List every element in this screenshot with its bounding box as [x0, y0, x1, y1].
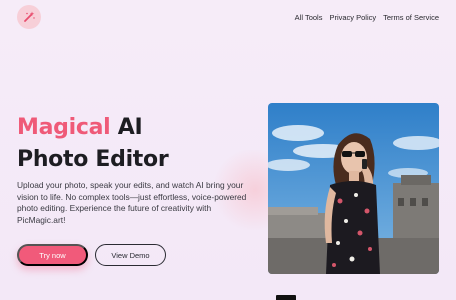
hero-photo	[268, 103, 439, 274]
view-demo-button[interactable]: View Demo	[95, 244, 166, 266]
hero-title-rest: AI	[110, 115, 143, 140]
magic-wand-icon	[24, 11, 35, 22]
bottom-cutoff-element	[276, 295, 296, 300]
nav-all-tools[interactable]: All Tools	[295, 13, 323, 22]
hero-description: Upload your photo, speak your edits, and…	[17, 180, 247, 225]
nav-privacy-policy[interactable]: Privacy Policy	[329, 13, 376, 22]
site-header: All Tools Privacy Policy Terms of Servic…	[0, 0, 456, 38]
hero-photo-illustration	[268, 103, 439, 274]
try-now-button[interactable]: Try now	[17, 244, 88, 266]
hero-title-line2: Photo Editor	[17, 147, 169, 172]
hero-title: Magical AI Photo Editor	[17, 112, 169, 176]
nav-terms-of-service[interactable]: Terms of Service	[383, 13, 439, 22]
logo[interactable]	[17, 5, 41, 29]
hero-title-accent: Magical	[17, 115, 111, 140]
top-nav: All Tools Privacy Policy Terms of Servic…	[295, 13, 439, 22]
